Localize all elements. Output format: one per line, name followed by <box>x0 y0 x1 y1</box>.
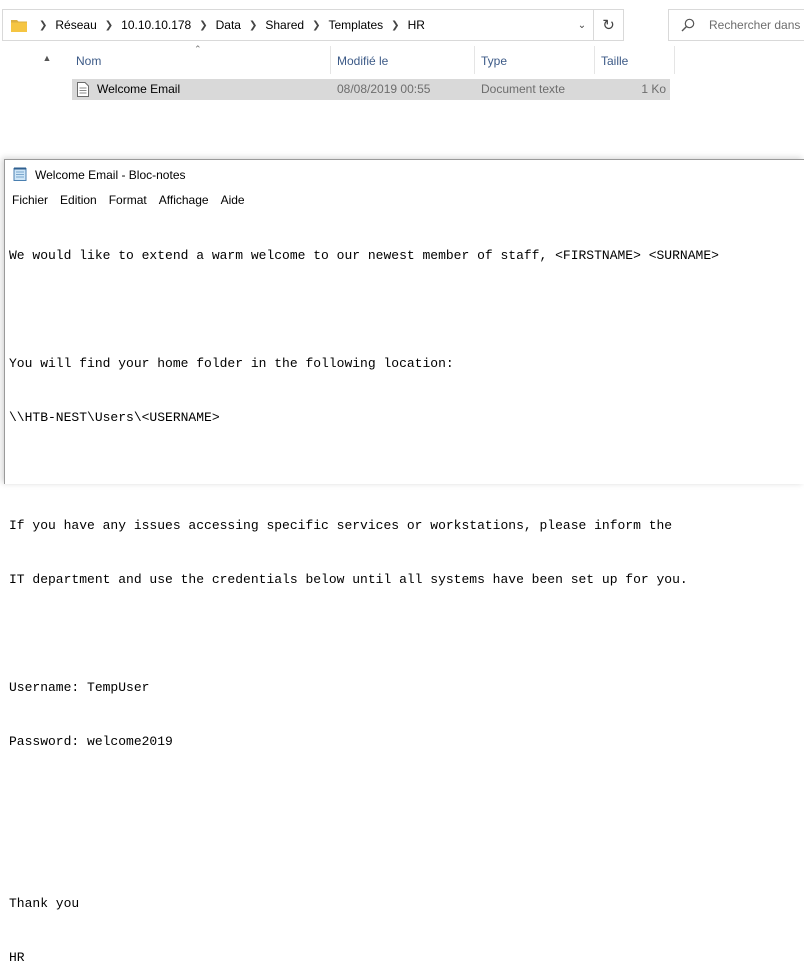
chevron-right-icon[interactable]: ❯ <box>312 20 320 31</box>
menu-edit[interactable]: Edition <box>54 190 103 210</box>
address-bar[interactable]: ❯ Réseau ❯ 10.10.10.178 ❯ Data ❯ Shared … <box>2 9 624 41</box>
text-line <box>9 301 804 319</box>
file-row[interactable]: Welcome Email 08/08/2019 00:55 Document … <box>72 79 670 100</box>
scroll-up-arrow-icon[interactable]: ▲ <box>38 50 56 66</box>
window-title: Welcome Email - Bloc-notes <box>35 168 186 182</box>
menu-bar: Fichier Edition Format Affichage Aide <box>5 190 251 210</box>
history-dropdown-icon[interactable]: ⌄ <box>571 10 593 40</box>
text-editor[interactable]: We would like to extend a warm welcome t… <box>9 209 804 965</box>
file-explorer-window: ❯ Réseau ❯ 10.10.10.178 ❯ Data ❯ Shared … <box>0 0 804 160</box>
chevron-right-icon[interactable]: ❯ <box>199 20 207 31</box>
text-line <box>9 625 804 643</box>
file-modified: 08/08/2019 00:55 <box>337 82 431 96</box>
file-name: Welcome Email <box>97 82 181 96</box>
chevron-right-icon[interactable]: ❯ <box>391 20 399 31</box>
chevron-right-icon[interactable]: ❯ <box>249 20 257 31</box>
text-line: IT department and use the credentials be… <box>9 572 688 587</box>
column-header-label: Modifié le <box>337 54 389 68</box>
notepad-icon <box>13 167 27 181</box>
text-line: We would like to extend a warm welcome t… <box>9 248 719 263</box>
text-line: \\HTB-NEST\Users\<USERNAME> <box>9 410 220 425</box>
breadcrumb-item[interactable]: Data <box>216 18 241 32</box>
column-header-type[interactable]: Type <box>475 46 594 74</box>
text-line <box>9 841 804 859</box>
text-line: Username: TempUser <box>9 680 150 695</box>
menu-format[interactable]: Format <box>103 190 153 210</box>
text-line: If you have any issues accessing specifi… <box>9 518 673 533</box>
search-icon <box>681 18 695 32</box>
text-line: Thank you <box>9 896 80 911</box>
column-header-modified[interactable]: Modifié le <box>331 46 474 74</box>
breadcrumb-item[interactable]: Réseau <box>55 18 96 32</box>
column-header-size[interactable]: Taille <box>595 46 675 74</box>
file-size: 1 Ko <box>641 82 666 96</box>
breadcrumb-item[interactable]: HR <box>408 18 425 32</box>
text-line <box>9 787 804 805</box>
text-line: You will find your home folder in the fo… <box>9 356 454 371</box>
search-box[interactable]: Rechercher dans : <box>668 9 804 41</box>
breadcrumb-item[interactable]: Templates <box>328 18 383 32</box>
column-header-label: Type <box>481 54 508 68</box>
breadcrumb-item[interactable]: Shared <box>265 18 304 32</box>
menu-file[interactable]: Fichier <box>5 190 54 210</box>
breadcrumb: ❯ Réseau ❯ 10.10.10.178 ❯ Data ❯ Shared … <box>31 10 425 40</box>
column-header-name[interactable]: Nom <box>72 46 330 74</box>
column-divider[interactable] <box>674 46 675 74</box>
menu-view[interactable]: Affichage <box>153 190 215 210</box>
menu-help[interactable]: Aide <box>215 190 251 210</box>
refresh-icon[interactable]: ↻ <box>593 10 623 40</box>
notepad-window: Welcome Email - Bloc-notes Fichier Editi… <box>4 159 804 965</box>
text-line: Password: welcome2019 <box>9 734 173 749</box>
file-type: Document texte <box>481 82 566 96</box>
search-placeholder: Rechercher dans : <box>709 18 804 32</box>
breadcrumb-item[interactable]: 10.10.10.178 <box>121 18 191 32</box>
text-line: HR <box>9 950 25 965</box>
title-bar[interactable]: Welcome Email - Bloc-notes <box>5 160 804 188</box>
text-line <box>9 463 804 481</box>
chevron-right-icon[interactable]: ❯ <box>105 20 113 31</box>
column-header-label: Taille <box>601 54 629 68</box>
column-header-label: Nom <box>76 54 102 68</box>
chevron-right-icon: ❯ <box>39 19 48 31</box>
folder-icon <box>11 20 27 32</box>
text-document-icon <box>77 82 89 97</box>
